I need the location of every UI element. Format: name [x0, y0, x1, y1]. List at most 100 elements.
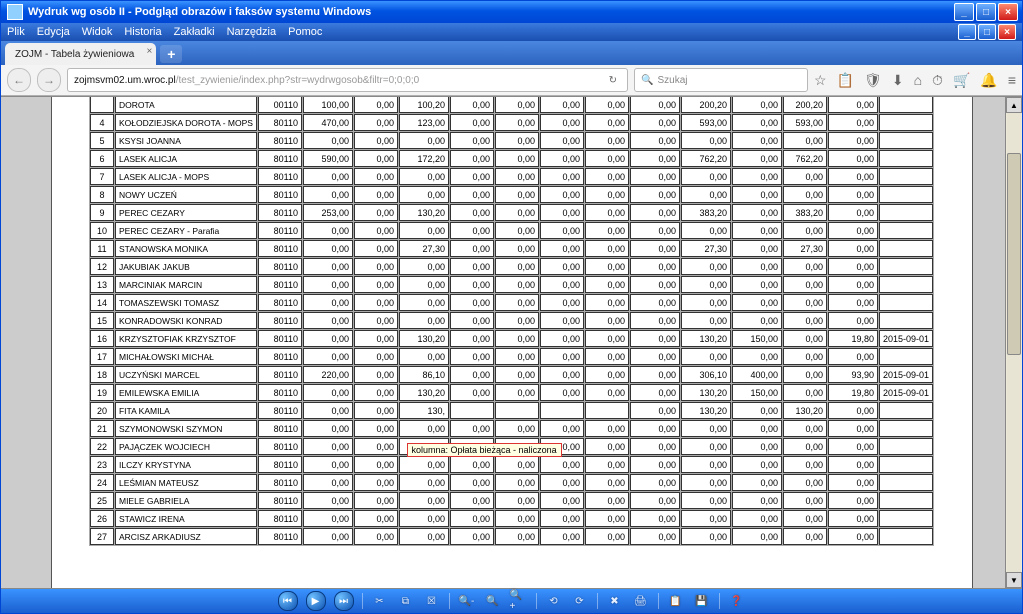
scroll-thumb[interactable]: [1007, 153, 1021, 355]
menu-item[interactable]: Historia: [124, 26, 161, 38]
cell: 0,00: [399, 348, 449, 365]
cell: 0,00: [450, 114, 494, 131]
table-row: 5KSYSI JOANNA801100,000,000,000,000,000,…: [90, 132, 933, 149]
cell: 0,00: [354, 438, 398, 455]
viewer-toolbar-button[interactable]: ✂: [371, 592, 389, 610]
toolbar-icon[interactable]: ≡: [1008, 72, 1016, 89]
cell: 0,00: [585, 384, 629, 401]
cell: 0,00: [681, 438, 731, 455]
vertical-scrollbar[interactable]: ▲ ▼: [1005, 97, 1022, 588]
back-button[interactable]: ←: [7, 68, 31, 92]
viewer-toolbar-button[interactable]: ⟲: [545, 592, 563, 610]
cell: 0,00: [585, 97, 629, 113]
toolbar-icon[interactable]: 🔔: [980, 72, 997, 89]
close-button[interactable]: ×: [998, 3, 1018, 21]
toolbar-icon[interactable]: ⬇: [892, 72, 904, 89]
cell: 0,00: [495, 186, 539, 203]
cell: [879, 114, 933, 131]
cell: 80110: [258, 150, 302, 167]
menu-item[interactable]: Edycja: [37, 26, 70, 38]
cell: 27,30: [681, 240, 731, 257]
viewer-toolbar-button[interactable]: 🖨: [632, 592, 650, 610]
search-input[interactable]: 🔍 Szukaj: [634, 68, 808, 92]
cell: 0,00: [783, 168, 827, 185]
new-tab-button[interactable]: +: [160, 45, 182, 63]
cell: 0,00: [585, 348, 629, 365]
table-row: 19EMILEWSKA EMILIA801100,000,00130,200,0…: [90, 384, 933, 401]
cell: 0,00: [540, 97, 584, 113]
cell: 0,00: [495, 132, 539, 149]
toolbar-icon[interactable]: 📋: [837, 72, 854, 89]
row-index: 15: [90, 312, 114, 329]
table-row: 21SZYMONOWSKI SZYMON801100,000,000,000,0…: [90, 420, 933, 437]
cell: 0,00: [828, 294, 878, 311]
cell: [450, 402, 494, 419]
cell: 0,00: [828, 528, 878, 545]
inner-minimize-button[interactable]: _: [958, 24, 976, 40]
cell: 0,00: [354, 276, 398, 293]
viewer-toolbar-button[interactable]: ▶: [306, 591, 326, 611]
menu-item[interactable]: Plik: [7, 26, 25, 38]
viewer-toolbar-button[interactable]: ⏮: [278, 591, 298, 611]
toolbar-icon[interactable]: ⏱: [932, 72, 943, 89]
browser-tab[interactable]: ZOJM - Tabela żywieniowa ×: [5, 43, 156, 65]
menu-item[interactable]: Narzędzia: [227, 26, 277, 38]
menu-item[interactable]: Pomoc: [288, 26, 322, 38]
viewer-toolbar-button[interactable]: 🔍: [484, 592, 502, 610]
forward-button[interactable]: →: [37, 68, 61, 92]
scroll-track[interactable]: [1007, 113, 1021, 572]
cell: 172,20: [399, 150, 449, 167]
inner-close-button[interactable]: ×: [998, 24, 1016, 40]
cell: 0,00: [303, 258, 353, 275]
row-index: 12: [90, 258, 114, 275]
cell: 0,00: [828, 240, 878, 257]
url-bar[interactable]: zojmsvm02.um.wroc.pl/test_zywienie/index…: [67, 68, 628, 92]
cell: 0,00: [540, 528, 584, 545]
search-placeholder: Szukaj: [658, 75, 688, 86]
scroll-down-icon[interactable]: ▼: [1006, 572, 1022, 588]
table-row: 18UCZYŃSKI MARCEL80110220,000,0086,100,0…: [90, 366, 933, 383]
toolbar-icon[interactable]: ☆: [814, 72, 827, 89]
viewer-toolbar-button[interactable]: ⟳: [571, 592, 589, 610]
toolbar-icon[interactable]: 🛒: [953, 72, 970, 89]
inner-maximize-button[interactable]: □: [978, 24, 996, 40]
url-host: zojmsvm02.um.wroc.pl: [74, 75, 176, 86]
row-index: 4: [90, 114, 114, 131]
toolbar-icon[interactable]: ⌂: [914, 72, 922, 89]
viewer-toolbar-button[interactable]: 🔍+: [510, 592, 528, 610]
cell: 0,00: [732, 222, 782, 239]
menu-item[interactable]: Zakładki: [174, 26, 215, 38]
cell: 0,00: [732, 438, 782, 455]
cell: 80110: [258, 294, 302, 311]
cell: 200,20: [681, 97, 731, 113]
row-index: 23: [90, 456, 114, 473]
row-index: 8: [90, 186, 114, 203]
cell: 0,00: [585, 420, 629, 437]
cell: 0,00: [540, 348, 584, 365]
viewer-toolbar-button[interactable]: ❓: [728, 592, 746, 610]
minimize-button[interactable]: _: [954, 3, 974, 21]
viewer-toolbar-button[interactable]: ☒: [423, 592, 441, 610]
cell: 0,00: [450, 366, 494, 383]
reload-icon[interactable]: ↻: [605, 75, 621, 86]
toolbar-icon[interactable]: 🛡: [864, 72, 882, 89]
viewer-toolbar-button[interactable]: 📋: [667, 592, 685, 610]
cell: 150,00: [732, 330, 782, 347]
cell: 19,80: [828, 330, 878, 347]
scroll-up-icon[interactable]: ▲: [1006, 97, 1022, 113]
cell: 0,00: [585, 276, 629, 293]
cell: 80110: [258, 240, 302, 257]
viewer-toolbar-button[interactable]: ⏭: [334, 591, 354, 611]
viewer-toolbar-button[interactable]: ✖: [606, 592, 624, 610]
cell: 80110: [258, 474, 302, 491]
tab-close-icon[interactable]: ×: [146, 46, 152, 57]
viewer-toolbar-button[interactable]: 🔍-: [458, 592, 476, 610]
cell: 0,00: [399, 456, 449, 473]
maximize-button[interactable]: □: [976, 3, 996, 21]
cell: 0,00: [303, 510, 353, 527]
cell: 0,00: [399, 276, 449, 293]
menu-item[interactable]: Widok: [82, 26, 113, 38]
viewer-toolbar-button[interactable]: ⧉: [397, 592, 415, 610]
viewer-toolbar-button[interactable]: 💾: [693, 592, 711, 610]
cell: 0,00: [732, 492, 782, 509]
